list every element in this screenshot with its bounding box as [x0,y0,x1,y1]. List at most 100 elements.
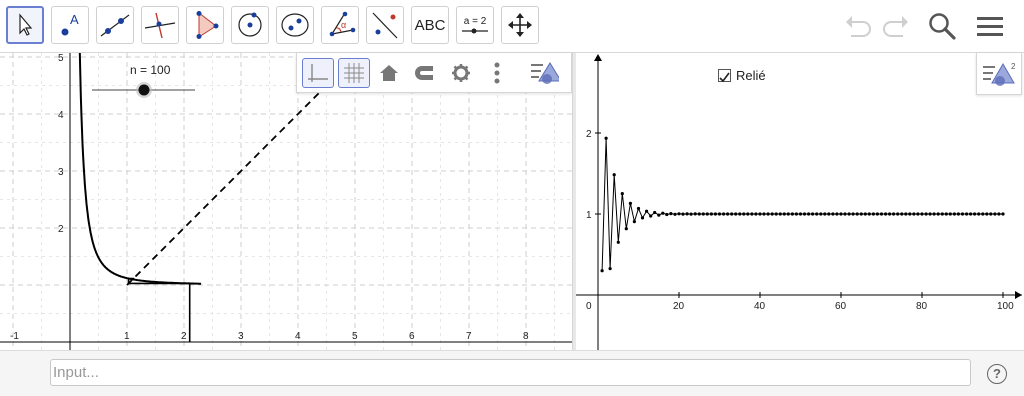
sequence-point [855,212,859,216]
text-tool-button[interactable]: ABC [411,6,449,44]
perpendicular-line-icon [144,12,176,39]
graphics-2-style-bar-toggle[interactable]: 2 [976,53,1022,95]
sequence-point [645,209,649,213]
sequence-point [896,212,900,216]
sequence-point [762,212,766,216]
search-button[interactable] [924,8,960,44]
sequence-point [677,212,681,216]
move-tool-button[interactable] [6,6,44,44]
sequence-point [928,212,932,216]
sequence-point [665,212,669,217]
x-tick-label: 2 [181,331,187,342]
reflect-icon [372,12,398,39]
grid-icon [344,63,364,83]
perpendicular-tool-button[interactable] [141,6,179,44]
sequence-point [831,212,835,216]
magnet-icon [415,66,433,80]
move-arrows-icon [508,13,532,37]
undo-button[interactable] [840,8,876,44]
y-axis-arrow [594,54,602,61]
slider-n-label: n = 100 [130,63,171,77]
sequence-point [754,212,758,216]
graphics-2-canvas[interactable]: 0 20 40 60 80 100 1 2 [576,53,1024,350]
sequence-point [802,212,807,216]
sequence-point [892,212,896,216]
sequence-point [653,210,657,215]
sequence-point [997,212,1001,216]
circle-icon [238,12,262,37]
point-capturing-button[interactable] [410,58,440,88]
settings-button[interactable] [446,58,476,88]
slider-handle [138,84,150,96]
point-tool-button[interactable]: A [51,6,89,44]
move-graphics-tool-button[interactable] [501,6,539,44]
sequence-point [794,212,798,216]
sequence-point [608,267,612,271]
y-tick-label: 5 [58,53,64,64]
x-tick-label: 0 [586,301,592,312]
algebra-input-field[interactable]: Input... [50,359,971,386]
sequence-point [746,212,750,216]
graphics-1-canvas[interactable]: -1 1 2 3 4 5 6 7 8 2 3 4 5 [0,53,572,350]
sequence-point [713,212,717,216]
sequence-point [851,212,855,216]
line-tool-button[interactable] [96,6,134,44]
sequence-point [669,212,673,216]
toggle-grid-button[interactable] [338,58,370,88]
polygon-tool-button[interactable] [186,6,224,44]
svg-text:2: 2 [1011,62,1016,71]
style-bar-2-icon: 2 [983,62,1016,86]
reflect-tool-button[interactable] [366,6,404,44]
sequence-point [774,212,778,216]
sequence-point [900,212,904,216]
angle-icon: α [329,11,356,37]
x-tick-label: 5 [352,331,358,342]
sequence-point [843,212,847,216]
sequence-point [1001,212,1005,216]
sequence-point [815,212,819,216]
style-bar-toggle-button[interactable] [529,58,559,88]
x-tick-label: 100 [997,301,1014,312]
sequence-point [956,212,960,216]
sequence-point [673,212,677,216]
sequence-point [908,212,912,216]
sequence-point [807,212,811,216]
sequence-point [863,212,867,216]
sequence-point [952,212,956,216]
circle-tool-button[interactable] [231,6,269,44]
sequence-point [819,212,823,216]
y-tick-label: 2 [586,129,592,140]
sequence-point [685,212,689,216]
sequence-point [835,212,839,216]
sequence-point [960,212,965,216]
relie-checkbox[interactable] [718,69,731,83]
angle-tool-label: α [341,20,346,30]
sequence-point [628,201,632,205]
redo-button[interactable] [878,8,914,44]
x-tick-label: -1 [10,331,19,342]
ellipse-tool-button[interactable] [276,6,314,44]
sequence-line [601,138,1003,271]
x-tick-label: 3 [238,331,244,342]
menu-button[interactable] [972,8,1008,44]
help-icon[interactable]: ? [987,364,1007,384]
sequence-point [616,240,620,244]
cursor-arrow-icon [19,13,33,36]
more-options-button[interactable] [482,58,512,88]
sequence-point [993,212,997,216]
standard-view-button[interactable] [374,58,404,88]
sequence-point [778,212,782,216]
y-tick-label: 3 [58,167,64,178]
sequence-point [640,216,645,220]
sequence-point [632,220,636,224]
sequence-point [944,212,948,216]
graphics-view-1[interactable]: -1 1 2 3 4 5 6 7 8 2 3 4 5 n = 100 [0,53,572,350]
sequence-point [734,212,738,216]
x-tick-label: 7 [466,331,472,342]
sequence-point [790,212,794,216]
toggle-axes-button[interactable] [302,58,334,88]
graphics-view-2[interactable]: 0 20 40 60 80 100 1 2 [576,53,1024,350]
slider-tool-button[interactable]: a = 2 [456,6,494,44]
angle-tool-button[interactable]: α [321,6,359,44]
sequence-point [661,211,665,215]
